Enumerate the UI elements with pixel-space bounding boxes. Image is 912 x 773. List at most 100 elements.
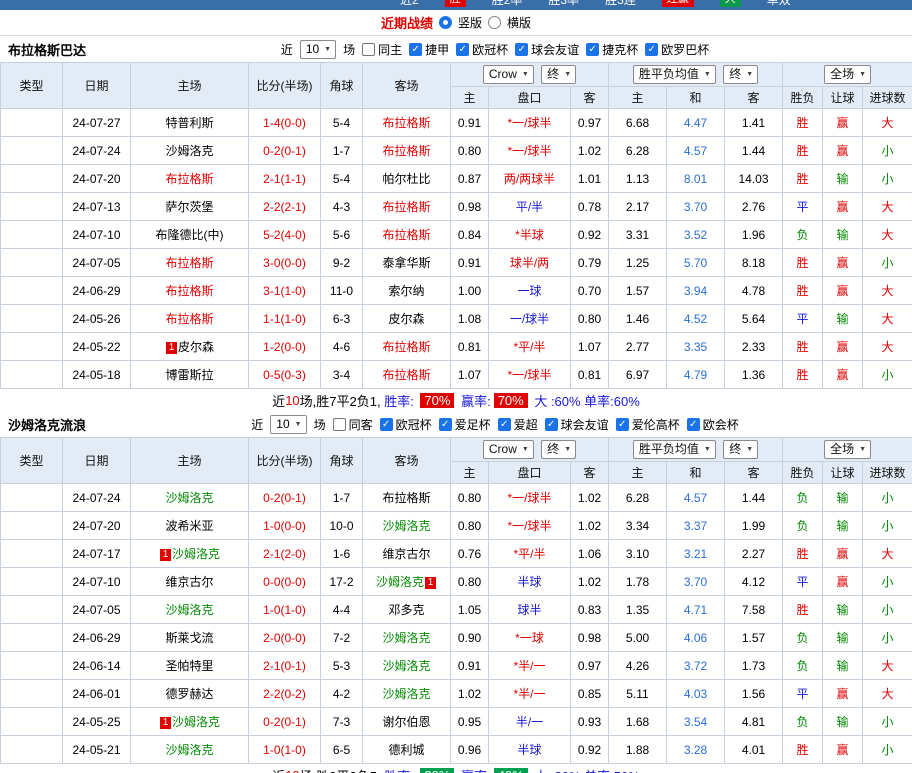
result-handicap: 赢 [823,193,863,221]
summary-segment: 大 :30% 单率:50% [531,766,640,773]
away-team: 谢尔伯恩 [363,708,451,736]
handicap-line: *一/球半 [489,361,571,389]
result-goals: 小 [863,165,912,193]
filter-label[interactable]: 欧罗巴杯 [661,41,709,58]
matches-table-sparta: 类型 日期 主场 比分(半场) 角球 客场 Crow 终 胜平负均值 终 全场 [0,62,912,389]
col-away: 客场 [363,438,451,484]
checkbox-icon[interactable] [645,43,658,56]
avg-home-odds: 3.34 [609,512,667,540]
odds-final-select[interactable]: 终 [541,440,576,459]
home-team: 沙姆洛克 [131,596,249,624]
avg-draw-odds: 8.01 [667,165,725,193]
odds-home: 1.02 [451,680,489,708]
checkbox-icon[interactable] [498,418,511,431]
filter-item[interactable]: 捷甲 [409,41,449,58]
away-team: 皮尔森 [363,305,451,333]
match-count-select[interactable]: 10 [270,415,306,434]
filter-label[interactable]: 爱伦高杯 [632,416,680,433]
filter-item[interactable]: 同客 [333,416,373,433]
odds-final-select[interactable]: 终 [541,65,576,84]
away-team: 维京古尔 [363,540,451,568]
col-let-ball: 让球 [823,462,863,484]
layout-horizontal-radio[interactable] [488,16,501,29]
competition-badge: 欧冠杯 [1,540,63,568]
filter-label[interactable]: 球会友谊 [561,416,609,433]
filter-label[interactable]: 爱超 [514,416,538,433]
layout-vertical-radio[interactable] [439,16,452,29]
result-handicap: 输 [823,305,863,333]
score: 0-2(0-1) [249,484,321,512]
filter-item[interactable]: 欧冠杯 [380,416,432,433]
match-row: 捷甲24-05-18博雷斯拉0-5(0-3)3-4布拉格斯1.07*一/球半0.… [1,361,912,389]
result-handicap: 输 [823,596,863,624]
filter-label[interactable]: 欧冠杯 [472,41,508,58]
checkbox-icon[interactable] [456,43,469,56]
avg-draw-odds: 3.94 [667,277,725,305]
filter-item[interactable]: 球会友谊 [545,416,609,433]
match-row: 爱超24-06-01德罗赫达2-2(0-2)4-2沙姆洛克1.02*半/一0.8… [1,680,912,708]
avg-final-select[interactable]: 终 [723,65,758,84]
filter-item[interactable]: 爱伦高杯 [616,416,680,433]
result-goals: 小 [863,512,912,540]
checkbox-icon[interactable] [687,418,700,431]
filter-item[interactable]: 同主 [362,41,402,58]
layout-horizontal-label[interactable]: 横版 [507,14,531,31]
filter-item[interactable]: 欧会杯 [687,416,739,433]
table-body: 欧冠杯24-07-24沙姆洛克0-2(0-1)1-7布拉格斯0.80*一/球半1… [1,484,912,764]
odds-source-select[interactable]: Crow [483,440,534,459]
filter-item[interactable]: 爱足杯 [439,416,491,433]
filter-item[interactable]: 欧罗巴杯 [645,41,709,58]
summary-segment: 40% [494,768,528,773]
competition-badge: 欧冠杯 [1,568,63,596]
scope-select[interactable]: 全场 [824,65,871,84]
filter-label[interactable]: 捷甲 [425,41,449,58]
checkbox-icon[interactable] [333,418,346,431]
filter-bar: 近10场同主捷甲欧冠杯球会友谊捷克杯欧罗巴杯 [86,40,904,59]
filter-item[interactable]: 捷克杯 [586,41,638,58]
checkbox-icon[interactable] [409,43,422,56]
scope-select[interactable]: 全场 [824,440,871,459]
match-date: 24-07-05 [63,249,131,277]
competition-badge: 爱超 [1,652,63,680]
filter-label[interactable]: 欧会杯 [703,416,739,433]
table-header: 类型 日期 主场 比分(半场) 角球 客场 Crow 终 胜平负均值 终 全场 [1,438,912,484]
odds-away: 0.81 [571,361,609,389]
filter-label[interactable]: 爱足杯 [455,416,491,433]
corners: 1-7 [321,137,363,165]
layout-vertical-label[interactable]: 竖版 [458,14,482,31]
result-handicap: 输 [823,165,863,193]
result-handicap: 赢 [823,568,863,596]
avg-type-select[interactable]: 胜平负均值 [633,440,716,459]
checkbox-icon[interactable] [380,418,393,431]
match-row: 球会友谊24-07-13萨尔茨堡2-2(2-1)4-3布拉格斯0.98平/半0.… [1,193,912,221]
scope-value: 全场 [830,442,854,457]
filter-item[interactable]: 欧冠杯 [456,41,508,58]
result-handicap: 赢 [823,249,863,277]
filter-label[interactable]: 捷克杯 [602,41,638,58]
rank-badge: 1 [166,342,177,354]
checkbox-icon[interactable] [362,43,375,56]
result-goals: 大 [863,109,912,137]
match-date: 24-05-21 [63,736,131,764]
checkbox-icon[interactable] [616,418,629,431]
match-count-select[interactable]: 10 [300,40,336,59]
filter-label[interactable]: 同客 [349,416,373,433]
filter-item[interactable]: 爱超 [498,416,538,433]
avg-final-select[interactable]: 终 [723,440,758,459]
avg-draw-odds: 3.28 [667,736,725,764]
filter-label[interactable]: 欧冠杯 [396,416,432,433]
filter-item[interactable]: 球会友谊 [515,41,579,58]
odds-source-select[interactable]: Crow [483,65,534,84]
filter-label[interactable]: 球会友谊 [531,41,579,58]
checkbox-icon[interactable] [586,43,599,56]
competition-badge: 爱超 [1,680,63,708]
checkbox-icon[interactable] [439,418,452,431]
checkbox-icon[interactable] [515,43,528,56]
home-team: 布拉格斯 [131,305,249,333]
checkbox-icon[interactable] [545,418,558,431]
odds-away: 0.80 [571,305,609,333]
filter-label[interactable]: 同主 [378,41,402,58]
odds-home: 1.08 [451,305,489,333]
avg-type-select[interactable]: 胜平负均值 [633,65,716,84]
table-body: 捷甲24-07-27特普利斯1-4(0-0)5-4布拉格斯0.91*一/球半0.… [1,109,912,389]
